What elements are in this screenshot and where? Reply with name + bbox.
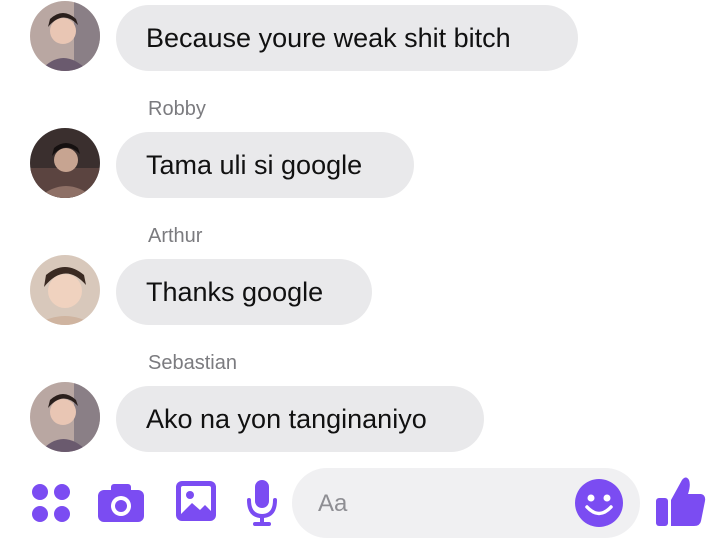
sender-name: Arthur <box>148 225 203 247</box>
image-icon[interactable] <box>176 481 216 526</box>
message-text: Ako na yon tanginaniyo <box>146 403 427 434</box>
message-bubble[interactable]: Because youre weak shit bitch <box>116 5 578 71</box>
input-placeholder: Aa <box>318 490 348 517</box>
message-bubble[interactable]: Tama uli si google <box>116 132 414 198</box>
message-bubble[interactable]: Ako na yon tanginaniyo <box>116 386 484 452</box>
avatar[interactable] <box>30 1 100 71</box>
avatar[interactable] <box>30 255 100 325</box>
apps-icon[interactable] <box>31 483 71 528</box>
message-input[interactable]: Aa <box>292 468 640 538</box>
avatar[interactable] <box>30 382 100 452</box>
thumbs-up-icon[interactable] <box>656 476 706 533</box>
message-text: Thanks google <box>146 276 324 307</box>
emoji-icon[interactable] <box>574 478 624 533</box>
microphone-icon[interactable] <box>246 480 278 531</box>
sender-name: Robby <box>148 98 206 120</box>
message-text: Tama uli si google <box>146 149 363 180</box>
message-text: Because youre weak shit bitch <box>146 22 511 53</box>
sender-name: Sebastian <box>148 352 237 374</box>
message-bubble[interactable]: Thanks google <box>116 259 372 325</box>
composer-bar: Aa <box>0 462 720 545</box>
avatar[interactable] <box>30 128 100 198</box>
camera-icon[interactable] <box>98 482 144 527</box>
